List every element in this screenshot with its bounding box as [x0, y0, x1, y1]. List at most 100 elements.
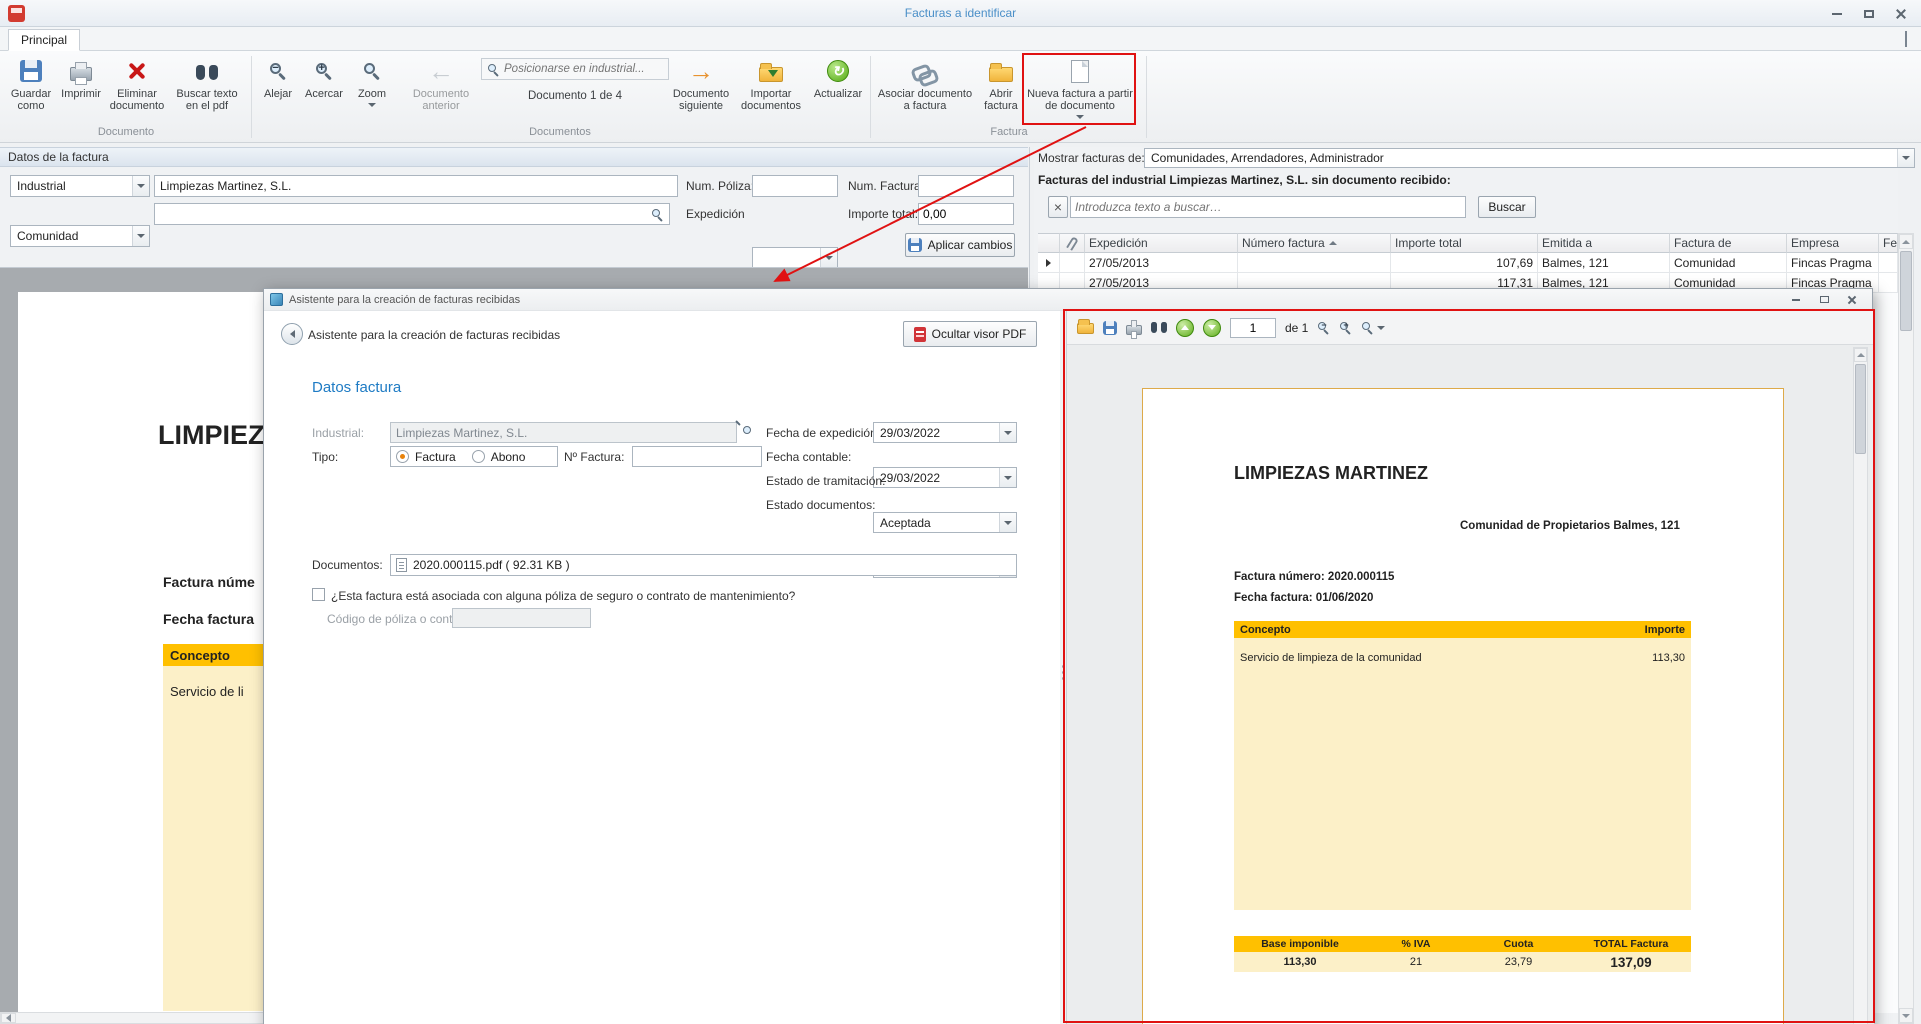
radio-factura[interactable] — [396, 450, 409, 463]
table-row[interactable]: 27/05/2013 107,69 Balmes, 121 Comunidad … — [1038, 253, 1898, 273]
pdf-vertical-scrollbar[interactable] — [1853, 347, 1868, 1024]
column-header-numero-factura[interactable]: Número factura — [1238, 233, 1391, 253]
num-factura-input[interactable] — [632, 446, 762, 467]
wizard-close-button[interactable] — [1838, 291, 1866, 309]
comunidad-combo[interactable]: Comunidad — [10, 225, 150, 247]
fecha-expedicion-combo[interactable]: 29/03/2022 — [873, 422, 1017, 443]
column-header-importe-total[interactable]: Importe total — [1391, 233, 1538, 253]
documentos-field[interactable]: 2020.000115.pdf ( 92.31 KB ) — [390, 554, 1017, 576]
page-number-input[interactable] — [1230, 318, 1276, 338]
restore-button[interactable] — [1853, 2, 1885, 26]
apply-changes-button[interactable]: Aplicar cambios — [905, 233, 1015, 257]
zoom-mode-button[interactable] — [1361, 321, 1385, 334]
sort-ascending-icon — [1329, 241, 1337, 245]
mostrar-facturas-combo[interactable]: Comunidades, Arrendadores, Administrador — [1144, 148, 1915, 168]
facturas-search-input[interactable] — [1070, 196, 1466, 218]
search-button[interactable]: Buscar — [1478, 196, 1536, 218]
wizard-minimize-button[interactable] — [1782, 291, 1810, 309]
invoice-addressee: Comunidad de Propietarios Balmes, 121 — [1460, 520, 1680, 532]
search-text-pdf-button[interactable]: Buscar texto en el pdf — [169, 54, 245, 122]
ribbon-group-documentos: − Alejar + Acercar Zoom ← Documento ante… — [252, 54, 868, 140]
expedicion-combo[interactable] — [752, 247, 838, 269]
search-icon[interactable] — [651, 208, 664, 221]
vertical-scrollbar[interactable] — [1898, 233, 1914, 1024]
chevron-down-icon[interactable] — [132, 226, 149, 246]
scrollbar-thumb[interactable] — [1855, 364, 1866, 454]
industrial-value-field[interactable]: Limpiezas Martinez, S.L. — [154, 175, 678, 197]
chevron-down-icon[interactable] — [999, 513, 1016, 532]
refresh-button[interactable]: ↻ Actualizar — [811, 54, 865, 122]
scrollbar-up-button[interactable] — [1899, 234, 1913, 249]
background-invoice-company: LIMPIEZ — [158, 420, 263, 451]
print-icon[interactable] — [1126, 325, 1142, 335]
position-search-input[interactable] — [504, 63, 663, 75]
back-button[interactable] — [281, 323, 303, 345]
find-icon[interactable] — [1151, 322, 1167, 334]
num-poliza-input[interactable] — [752, 175, 838, 197]
chevron-down-icon[interactable] — [820, 248, 837, 268]
import-documents-button[interactable]: Importar documentos — [731, 54, 811, 122]
pdf-toolbar: de 1 − + — [1067, 311, 1874, 345]
zoom-in-document-button[interactable]: + Acercar — [301, 54, 347, 122]
save-as-button[interactable]: Guardar como — [5, 54, 57, 122]
ribbon-tab-strip: Principal — [0, 27, 1921, 51]
group-label-documento: Documento — [2, 126, 250, 138]
save-icon — [908, 238, 922, 252]
scrollbar-thumb[interactable] — [1900, 251, 1912, 331]
zoom-out-document-button[interactable]: − Alejar — [255, 54, 301, 122]
minimize-button[interactable] — [1821, 2, 1853, 26]
collapse-ribbon-button[interactable] — [1905, 33, 1907, 47]
next-page-icon[interactable] — [1203, 319, 1221, 337]
column-header-emitida-a[interactable]: Emitida a — [1538, 233, 1670, 253]
print-button[interactable]: Imprimir — [57, 54, 105, 122]
zoom-button[interactable]: Zoom — [347, 54, 397, 122]
comunidad-search-field[interactable] — [154, 203, 670, 225]
wizard-titlebar[interactable]: Asistente para la creación de facturas r… — [264, 289, 1872, 311]
previous-document-button[interactable]: ← Documento anterior — [403, 54, 479, 122]
tab-principal[interactable]: Principal — [8, 29, 80, 51]
fecha-contable-combo[interactable]: 29/03/2022 — [873, 467, 1017, 488]
poliza-checkbox[interactable] — [312, 588, 325, 601]
column-header-fec[interactable]: Fec — [1879, 233, 1898, 253]
titlebar[interactable]: Facturas a identificar — [0, 0, 1921, 27]
mostrar-facturas-label: Mostrar facturas de: — [1038, 151, 1145, 165]
estado-tramitacion-label: Estado de tramitación: — [766, 474, 885, 488]
radio-abono[interactable] — [472, 450, 485, 463]
close-button[interactable] — [1885, 2, 1917, 26]
save-icon[interactable] — [1103, 321, 1117, 335]
hide-pdf-viewer-button[interactable]: Ocultar visor PDF — [903, 321, 1037, 347]
new-invoice-from-document-button[interactable]: Nueva factura a partir de documento — [1027, 54, 1133, 122]
chevron-down-icon[interactable] — [1897, 149, 1914, 167]
chevron-down-icon[interactable] — [999, 423, 1016, 442]
position-search-box[interactable] — [481, 58, 669, 80]
column-header-factura-de[interactable]: Factura de — [1670, 233, 1787, 253]
wizard-icon — [270, 293, 283, 306]
background-pdf-page: LIMPIEZ Factura núme Fecha factura Conce… — [18, 292, 263, 1023]
group-label-factura: Factura — [872, 126, 1146, 138]
previous-page-icon[interactable] — [1176, 319, 1194, 337]
import-folder-icon — [759, 67, 783, 82]
industrial-combo[interactable]: Industrial — [10, 175, 150, 197]
scrollbar-up-button[interactable] — [1854, 348, 1867, 362]
estado-tramitacion-combo[interactable]: Aceptada — [873, 512, 1017, 533]
estado-documentos-label: Estado documentos: — [766, 498, 875, 512]
wizard-maximize-button[interactable] — [1810, 291, 1838, 309]
chevron-down-icon[interactable] — [999, 468, 1016, 487]
attachment-column-header[interactable] — [1060, 233, 1085, 253]
num-factura-input[interactable] — [918, 175, 1014, 197]
column-header-expedicion[interactable]: Expedición — [1085, 233, 1238, 253]
zoom-in-icon[interactable]: + — [1339, 321, 1352, 334]
zoom-out-icon[interactable]: − — [1317, 321, 1330, 334]
chevron-down-icon[interactable] — [132, 176, 149, 196]
open-file-icon[interactable] — [1077, 323, 1094, 334]
next-document-button[interactable]: → Documento siguiente — [671, 54, 731, 122]
scrollbar-left-button[interactable] — [1, 1013, 16, 1023]
clear-search-button[interactable]: × — [1048, 196, 1068, 218]
scrollbar-down-button[interactable] — [1899, 1008, 1913, 1023]
delete-document-button[interactable]: Eliminar documento — [105, 54, 169, 122]
open-invoice-button[interactable]: Abrir factura — [977, 54, 1025, 122]
fecha-contable-label: Fecha contable: — [766, 450, 851, 464]
link-document-invoice-button[interactable]: Asociar documento a factura — [875, 54, 975, 122]
column-header-empresa[interactable]: Empresa — [1787, 233, 1879, 253]
importe-total-input[interactable] — [918, 203, 1014, 225]
